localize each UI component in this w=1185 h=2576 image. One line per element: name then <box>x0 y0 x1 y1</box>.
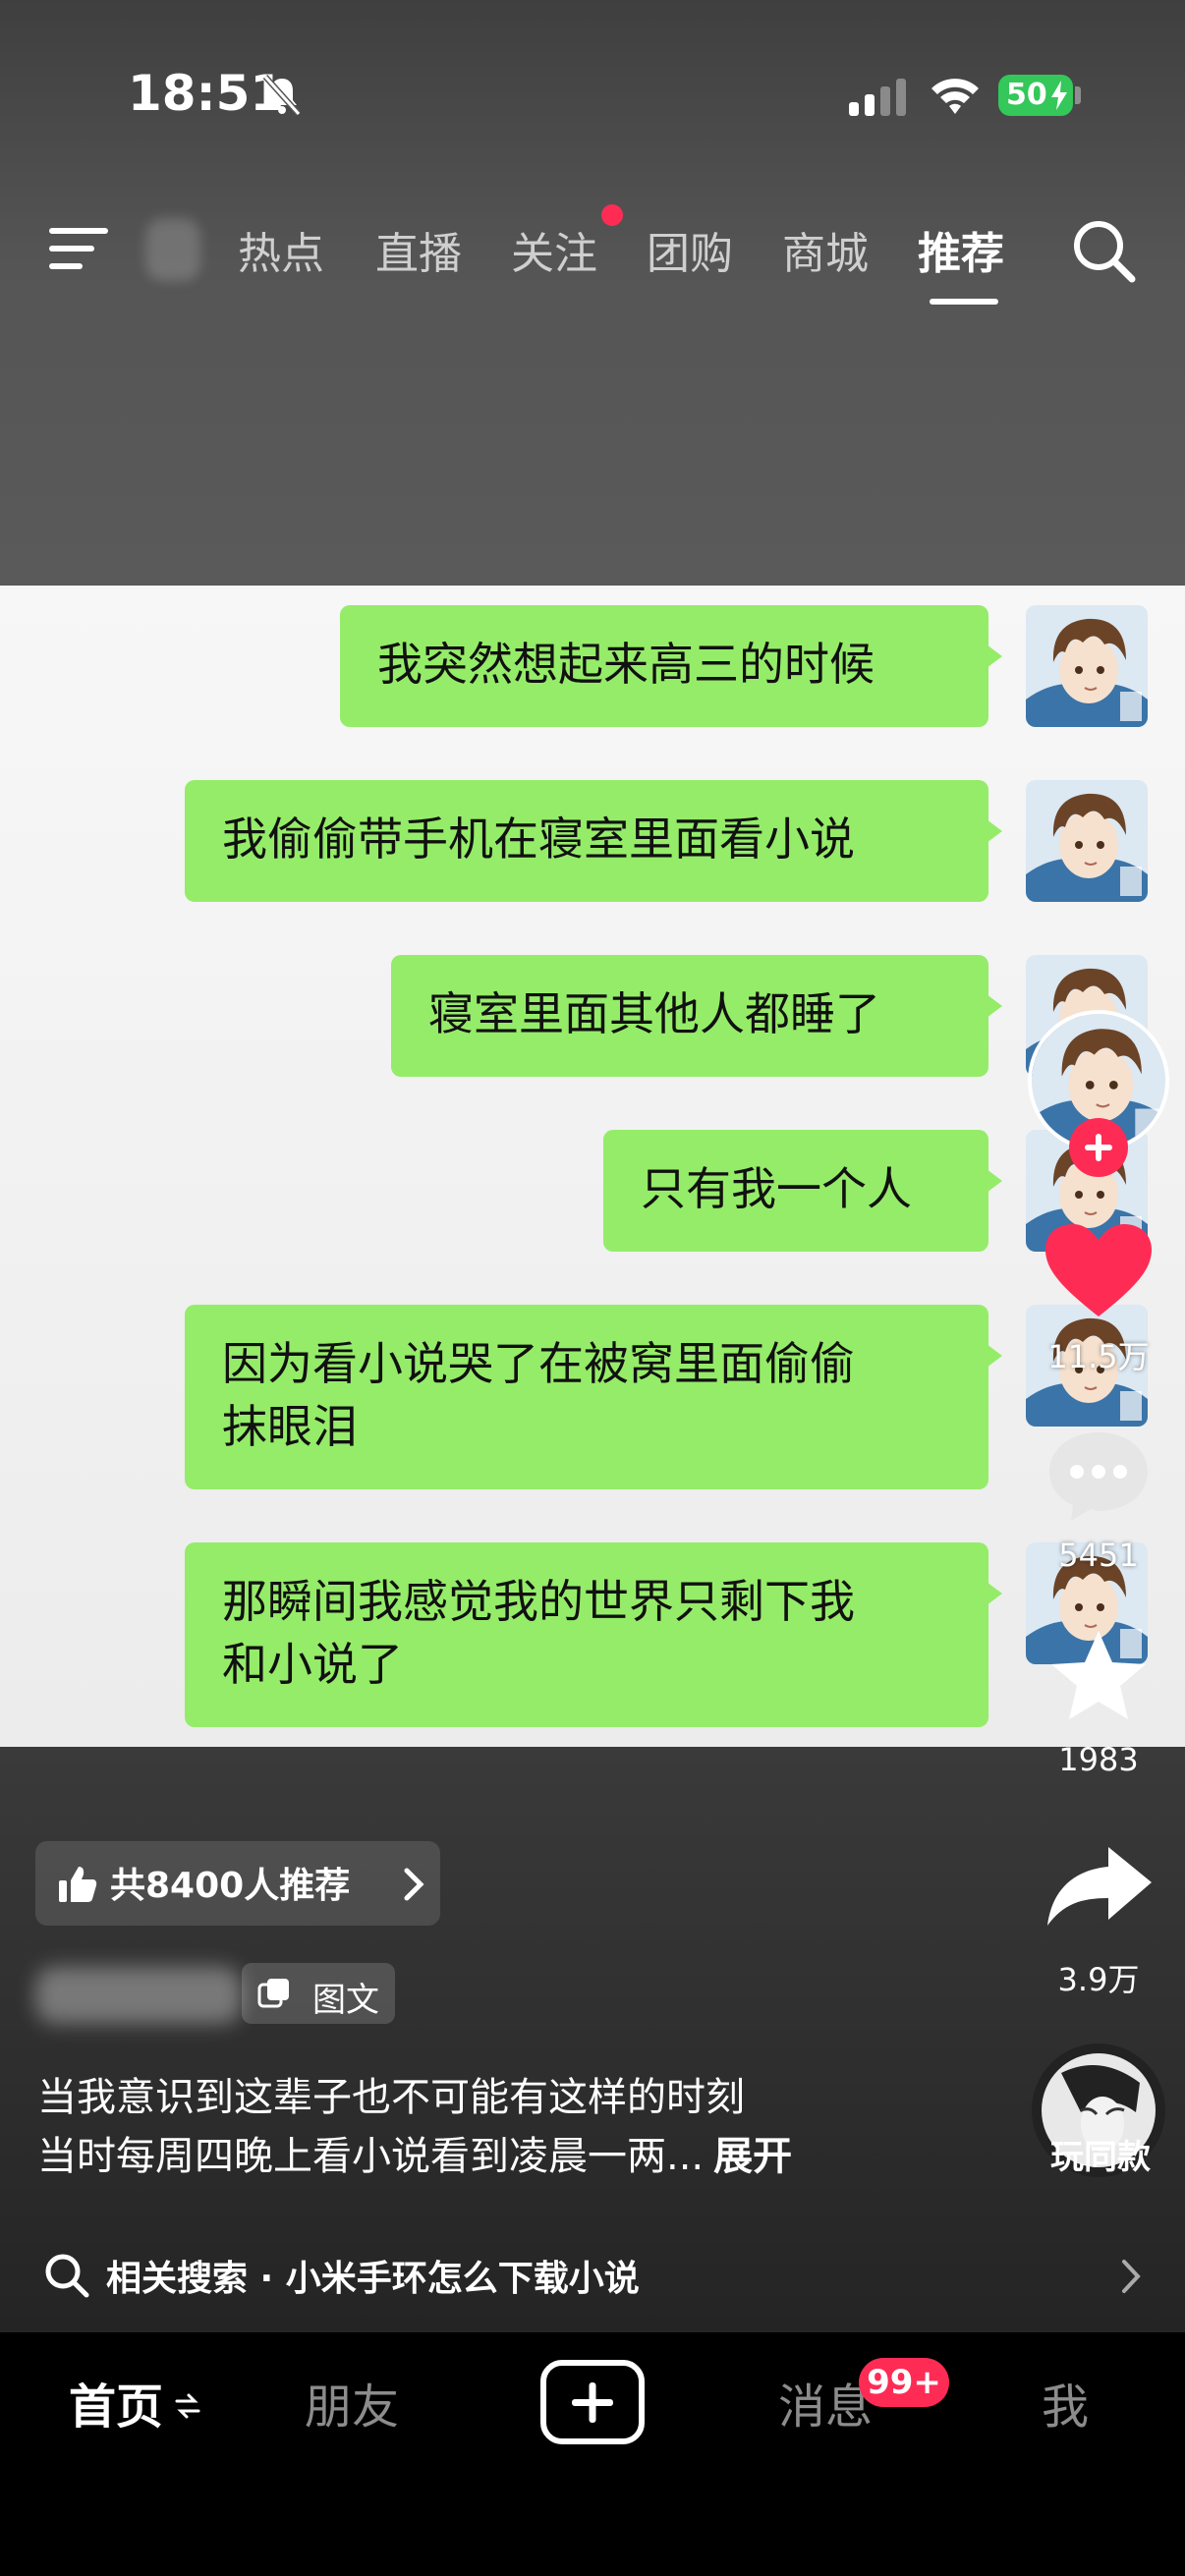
chat-message-line: 那瞬间我感觉我的世界只剩下我 <box>222 1575 855 1628</box>
menu-icon[interactable] <box>49 224 112 273</box>
battery-indicator: 50 <box>998 75 1073 116</box>
create-post-button[interactable] <box>540 2360 645 2444</box>
tab-group-buy[interactable]: 团购 <box>647 218 733 281</box>
favorite-star-icon[interactable] <box>1042 1627 1156 1725</box>
search-icon <box>45 2254 89 2298</box>
top-nav: 热点 直播 关注 团购 商城 推荐 <box>0 196 1185 314</box>
favorite-count: 1983 <box>1058 1741 1139 1778</box>
post-description-text: 当时每周四晚上看小说看到凌晨一两... <box>37 2134 705 2179</box>
cellular-signal-icon <box>849 79 906 116</box>
tab-recommend[interactable]: 推荐 <box>918 218 1004 281</box>
chat-bubble: 那瞬间我感觉我的世界只剩下我 和小说了 <box>185 1542 1002 1727</box>
active-tab-underline <box>930 299 998 305</box>
image-text-label: 图文 <box>312 1981 379 2020</box>
share-arrow-icon[interactable] <box>1042 1843 1156 1932</box>
search-icon[interactable] <box>1069 216 1138 285</box>
post-description-line-2: 当时每周四晚上看小说看到凌晨一两... 展开 <box>37 2124 792 2181</box>
related-search-bar[interactable]: 相关搜索 · 小米手环怎么下载小说 <box>35 2242 1156 2311</box>
chat-bubble: 寝室里面其他人都睡了 <box>391 955 1002 1077</box>
author-name-blurred[interactable] <box>35 1967 242 2024</box>
chat-message-line: 因为看小说哭了在被窝里面偷偷 <box>222 1337 855 1390</box>
messages-badge: 99+ <box>859 2358 949 2407</box>
chat-message-text: 我偷偷带手机在寝室里面看小说 <box>222 812 855 866</box>
mute-bell-icon <box>262 74 302 117</box>
post-description-line: 当我意识到这辈子也不可能有这样的时刻 <box>37 2075 745 2120</box>
chevron-right-icon <box>1122 2260 1141 2293</box>
status-bar: 18:51 50 <box>0 0 1185 187</box>
wifi-icon <box>931 79 979 114</box>
tab-live[interactable]: 直播 <box>375 218 462 281</box>
thumbs-up-icon <box>59 1867 97 1902</box>
use-template-label[interactable]: 玩同款 <box>1022 2130 1179 2178</box>
following-notification-dot <box>601 204 623 226</box>
comment-bubble-icon[interactable] <box>1042 1427 1156 1525</box>
chat-bubble: 我突然想起来高三的时候 <box>340 605 1002 727</box>
blurred-tab[interactable] <box>145 218 200 281</box>
like-heart-icon[interactable] <box>1042 1222 1156 1320</box>
chat-message-text: 我突然想起来高三的时候 <box>377 638 875 691</box>
related-search-text: 相关搜索 · 小米手环怎么下载小说 <box>106 2259 640 2299</box>
tab-following[interactable]: 关注 <box>511 218 597 281</box>
chevron-right-icon <box>404 1868 424 1901</box>
follow-plus-icon[interactable] <box>1067 1116 1130 1179</box>
tab-me[interactable]: 我 <box>1042 2368 1089 2436</box>
tab-friends[interactable]: 朋友 <box>305 2368 399 2436</box>
chat-avatar <box>1026 780 1148 902</box>
image-text-badge: 图文 <box>242 1963 395 2024</box>
chat-avatar <box>1026 605 1148 727</box>
chat-bubble: 我偷偷带手机在寝室里面看小说 <box>185 780 1002 902</box>
chat-bubble: 只有我一个人 <box>603 1130 1002 1252</box>
refresh-arrows-icon[interactable] <box>175 2389 200 2423</box>
plus-icon <box>572 2382 613 2423</box>
expand-button[interactable]: 展开 <box>713 2134 792 2179</box>
chat-message-line: 和小说了 <box>222 1638 403 1691</box>
chat-message-text: 寝室里面其他人都睡了 <box>428 987 880 1040</box>
recommend-count-button[interactable]: 共8400人推荐 <box>35 1841 440 1926</box>
bottom-tab-bar: 首页 朋友 消息 99+ 我 <box>0 2332 1185 2576</box>
tab-hot[interactable]: 热点 <box>238 218 324 281</box>
battery-cap <box>1075 86 1081 104</box>
battery-level: 50 <box>1006 78 1047 112</box>
tab-mall[interactable]: 商城 <box>782 218 869 281</box>
recommend-count: 共8400人推荐 <box>110 1866 351 1906</box>
charging-bolt-icon <box>1051 81 1067 110</box>
chat-message-line: 抹眼泪 <box>222 1400 358 1453</box>
chat-message-text: 只有我一个人 <box>641 1162 912 1215</box>
image-stack-icon <box>257 1979 289 2008</box>
tab-home[interactable]: 首页 <box>69 2368 163 2436</box>
like-count: 11.5万 <box>1047 1338 1150 1375</box>
chat-bubble: 因为看小说哭了在被窝里面偷偷 抹眼泪 <box>185 1305 1002 1489</box>
share-count: 3.9万 <box>1057 1961 1140 1998</box>
comment-count: 5451 <box>1058 1537 1139 1574</box>
